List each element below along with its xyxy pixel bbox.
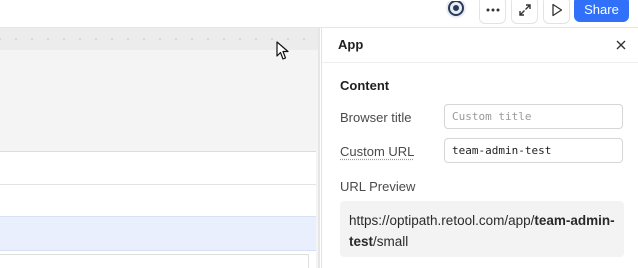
share-button[interactable]: Share — [574, 0, 629, 22]
app-avatar-icon[interactable] — [444, 0, 468, 24]
table-row-selected[interactable] — [0, 216, 316, 251]
custom-url-label: Custom URL — [340, 144, 415, 159]
browser-title-input[interactable] — [444, 104, 623, 129]
editor-canvas[interactable] — [0, 28, 320, 268]
top-toolbar: Share — [0, 0, 638, 28]
panel-title: App — [338, 37, 364, 52]
url-preview-prefix: https://optipath.retool.com/app/ — [349, 213, 535, 228]
canvas-grid — [0, 28, 320, 50]
panel-resize-handle[interactable] — [318, 28, 320, 268]
fullscreen-button[interactable] — [511, 0, 538, 24]
table-row[interactable] — [0, 254, 309, 268]
browser-title-label: Browser title — [340, 110, 412, 125]
section-title-content: Content — [340, 78, 390, 93]
divider — [322, 62, 638, 63]
retool-editor: Share App Content Browser title Custom U… — [0, 0, 638, 268]
url-preview-box: https://optipath.retool.com/app/team-adm… — [340, 201, 624, 257]
custom-url-input[interactable] — [444, 138, 623, 163]
preview-button[interactable] — [543, 0, 570, 24]
inspector-panel: App Content Browser title Custom URL URL… — [321, 28, 638, 268]
close-icon — [616, 40, 626, 50]
url-preview-label: URL Preview — [340, 179, 416, 194]
table-component[interactable] — [0, 151, 316, 268]
table-row-divider — [0, 184, 316, 185]
close-button[interactable] — [613, 37, 629, 53]
play-icon — [551, 3, 562, 17]
url-preview-suffix: /small — [373, 234, 409, 249]
more-icon — [486, 8, 499, 12]
more-options-button[interactable] — [479, 0, 506, 24]
expand-icon — [518, 4, 531, 16]
mouse-cursor-icon — [276, 41, 289, 60]
